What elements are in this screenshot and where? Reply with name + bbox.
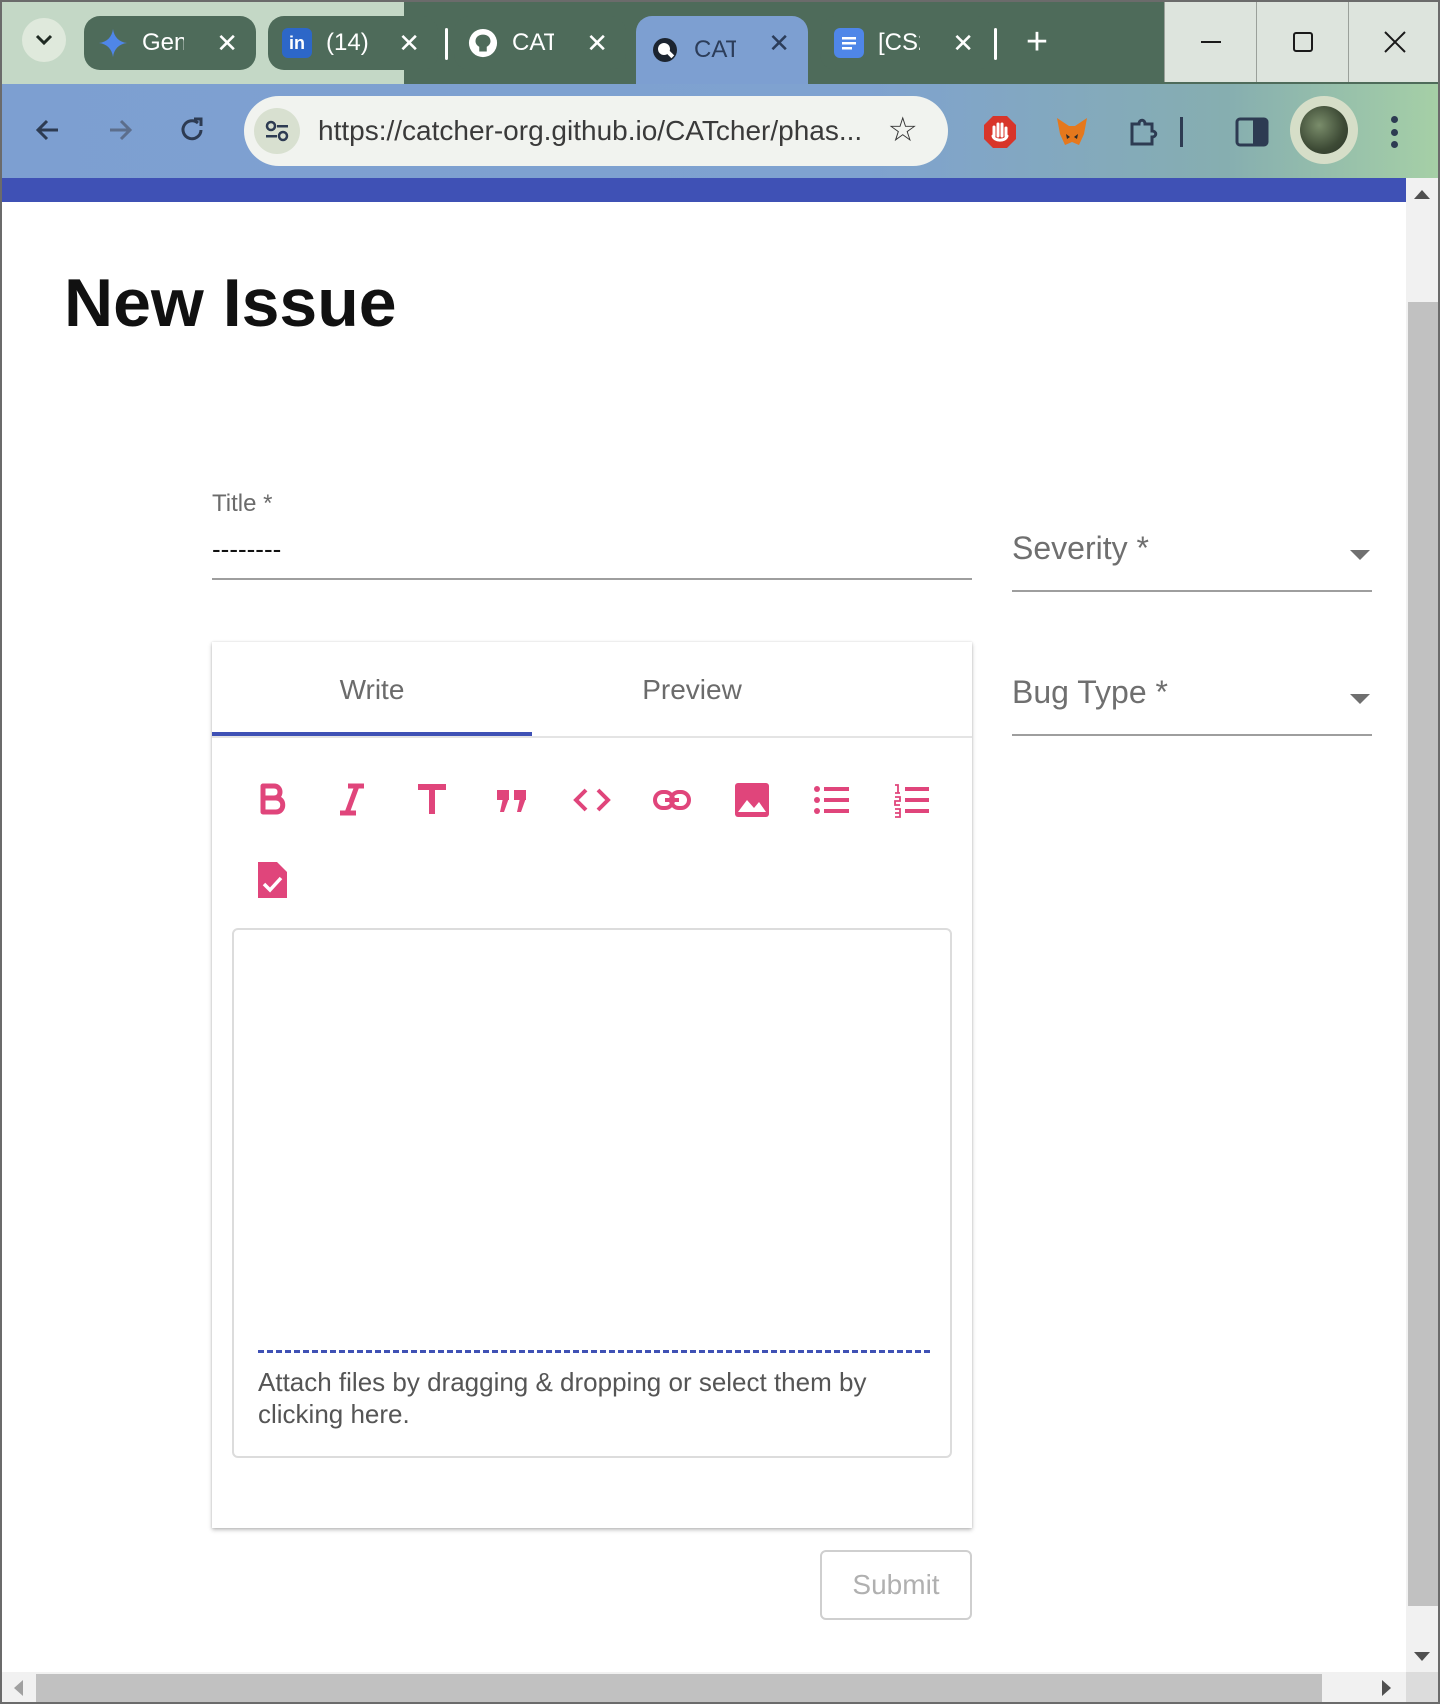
tab-title: CAT	[694, 36, 736, 63]
vertical-scrollbar[interactable]	[1406, 178, 1438, 1674]
dropdown-arrow-icon[interactable]	[1350, 550, 1370, 560]
tab-preview[interactable]: Preview	[532, 674, 852, 706]
linkedin-icon: in	[282, 28, 312, 58]
maximize-icon	[1292, 32, 1313, 52]
tab-catcher-active[interactable]: CAT ✕	[636, 16, 808, 84]
heading-icon[interactable]	[404, 772, 460, 828]
dropdown-arrow-icon[interactable]	[1350, 694, 1370, 704]
tab-title: Gen	[142, 29, 184, 56]
app-header-bar	[2, 178, 1406, 202]
close-window-button[interactable]	[1348, 2, 1438, 82]
bold-icon[interactable]	[244, 772, 300, 828]
close-icon[interactable]: ✕	[586, 28, 608, 58]
scroll-left-arrow-icon[interactable]	[14, 1680, 23, 1696]
link-icon[interactable]	[644, 772, 700, 828]
code-icon[interactable]	[564, 772, 620, 828]
description-editor-card: Write Preview Attach files by dragging &…	[212, 642, 972, 1528]
new-tab-button[interactable]: +	[1014, 20, 1060, 66]
task-list-icon[interactable]	[244, 852, 300, 908]
scroll-up-arrow-icon[interactable]	[1414, 190, 1430, 199]
reload-icon	[181, 117, 203, 141]
tab-title: CAT	[512, 29, 554, 56]
metamask-extension-icon[interactable]	[1052, 112, 1092, 152]
title-field-label: Title *	[212, 490, 273, 517]
arrow-left-icon	[35, 119, 58, 141]
tab-search-button[interactable]	[22, 18, 66, 62]
back-button[interactable]	[24, 106, 72, 154]
severity-underline	[1012, 590, 1372, 592]
browser-window: Gen ✕ in (14) ✕ CAT ✕ CAT ✕ [CS ✕ + http…	[0, 0, 1440, 1704]
scroll-right-arrow-icon[interactable]	[1382, 1680, 1391, 1696]
gemini-sparkle-icon	[98, 28, 128, 58]
catcher-icon	[650, 35, 680, 65]
attach-drop-zone-border	[258, 1350, 930, 1353]
toolbar-separator	[1178, 112, 1184, 152]
site-info-icon[interactable]	[254, 108, 300, 154]
minimize-button[interactable]	[1164, 2, 1256, 82]
image-icon[interactable]	[724, 772, 780, 828]
submit-button[interactable]: Submit	[820, 1550, 972, 1620]
tab-title: [CS2	[878, 29, 920, 56]
github-icon	[468, 28, 498, 58]
severity-select[interactable]: Severity *	[1012, 530, 1149, 567]
italic-icon[interactable]	[324, 772, 380, 828]
tab-write[interactable]: Write	[212, 674, 532, 706]
browser-toolbar: https://catcher-org.github.io/CATcher/ph…	[2, 84, 1438, 178]
minimize-icon	[1200, 41, 1221, 43]
profile-avatar[interactable]	[1290, 96, 1358, 164]
extensions-puzzle-icon[interactable]	[1124, 112, 1164, 152]
address-bar[interactable]: https://catcher-org.github.io/CATcher/ph…	[244, 96, 948, 166]
description-textarea[interactable]: Attach files by dragging & dropping or s…	[232, 928, 952, 1458]
scroll-down-arrow-icon[interactable]	[1414, 1652, 1430, 1661]
tab-github[interactable]: CAT ✕	[454, 16, 626, 70]
close-icon	[1383, 31, 1406, 53]
title-input[interactable]: --------	[212, 534, 281, 565]
horizontal-scroll-thumb[interactable]	[36, 1674, 1322, 1702]
attach-files-hint[interactable]: Attach files by dragging & dropping or s…	[258, 1366, 898, 1430]
arrow-right-icon	[110, 119, 133, 141]
tab-google-docs[interactable]: [CS2 ✕	[820, 16, 992, 70]
bookmark-star-icon[interactable]: ☆	[888, 112, 918, 148]
vertical-scroll-thumb[interactable]	[1408, 302, 1438, 1606]
close-icon[interactable]: ✕	[768, 28, 790, 58]
horizontal-scrollbar[interactable]	[2, 1672, 1406, 1702]
adblock-extension-icon[interactable]	[980, 112, 1020, 152]
close-icon[interactable]: ✕	[952, 28, 974, 58]
numbered-list-icon[interactable]	[884, 772, 940, 828]
forward-button[interactable]	[96, 106, 144, 154]
bulleted-list-icon[interactable]	[804, 772, 860, 828]
maximize-button[interactable]	[1256, 2, 1348, 82]
side-panel-icon[interactable]	[1232, 112, 1272, 152]
tab-title: (14)	[326, 29, 368, 56]
bug-type-underline	[1012, 734, 1372, 736]
page-title: New Issue	[64, 265, 397, 341]
browser-menu-icon[interactable]	[1382, 112, 1406, 152]
tab-linkedin[interactable]: in (14) ✕	[268, 16, 438, 70]
title-field-underline	[212, 578, 972, 580]
tab-separator	[994, 28, 997, 60]
tab-strip: Gen ✕ in (14) ✕ CAT ✕ CAT ✕ [CS ✕ +	[2, 2, 1438, 84]
close-icon[interactable]: ✕	[398, 28, 420, 58]
reload-button[interactable]	[168, 106, 216, 154]
tab-gemini[interactable]: Gen ✕	[84, 16, 256, 70]
chevron-down-icon	[35, 34, 53, 46]
google-docs-icon	[834, 28, 864, 58]
bug-type-select[interactable]: Bug Type *	[1012, 674, 1168, 711]
close-icon[interactable]: ✕	[216, 28, 238, 58]
url-text[interactable]: https://catcher-org.github.io/CATcher/ph…	[318, 115, 878, 147]
tab-separator	[445, 28, 448, 60]
quote-icon[interactable]	[484, 772, 540, 828]
